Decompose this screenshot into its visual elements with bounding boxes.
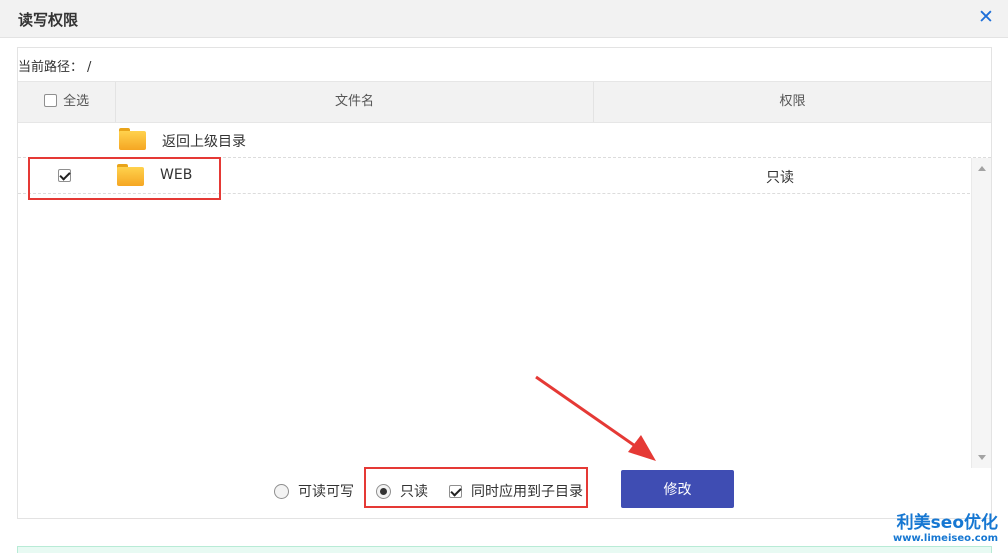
- radio-read-write[interactable]: [274, 484, 289, 499]
- current-path: 当前路径： /: [18, 56, 91, 75]
- option-read-only[interactable]: 只读: [376, 481, 428, 501]
- file-list: WEB 只读: [18, 158, 991, 468]
- option-read-write[interactable]: 可读可写: [274, 481, 354, 501]
- column-header-filename: 文件名: [116, 82, 594, 122]
- folder-icon: [117, 164, 144, 186]
- radio-read-only[interactable]: [376, 484, 391, 499]
- modify-button[interactable]: 修改: [621, 470, 734, 508]
- current-path-label: 当前路径：: [18, 60, 84, 75]
- option-read-only-label: 只读: [400, 484, 428, 500]
- dialog-title: 读写权限: [18, 11, 79, 29]
- parent-directory-link[interactable]: 返回上级目录: [162, 131, 246, 151]
- option-apply-subdirs[interactable]: 同时应用到子目录: [449, 481, 583, 501]
- row-checkbox[interactable]: [58, 169, 71, 182]
- column-header-permission: 权限: [779, 94, 806, 109]
- watermark-url: www.limeiseo.com: [893, 533, 998, 544]
- watermark-title: 利美seo优化: [896, 513, 998, 533]
- close-icon[interactable]: ✕: [976, 6, 996, 28]
- table-row[interactable]: WEB 只读: [18, 158, 970, 194]
- parent-directory-row[interactable]: 返回上级目录: [18, 124, 991, 158]
- select-all-checkbox[interactable]: [43, 94, 57, 107]
- folder-icon: [119, 128, 146, 150]
- file-permission: 只读: [766, 170, 794, 186]
- scroll-up-icon[interactable]: [978, 166, 986, 171]
- list-scrollbar[interactable]: [971, 158, 991, 468]
- permission-controls: 可读可写 只读 同时应用到子目录 修改: [18, 470, 991, 510]
- select-all-label: 全选: [63, 94, 90, 109]
- dialog-titlebar: 读写权限 ✕: [0, 0, 1008, 38]
- scroll-down-icon[interactable]: [978, 455, 986, 460]
- apply-subdirs-label: 同时应用到子目录: [471, 484, 583, 500]
- file-name[interactable]: WEB: [160, 167, 192, 183]
- file-permission-panel: 当前路径：/ 全选 文件名 权限 返回上级目录 WEB 只读 可读可写 只读: [17, 47, 992, 519]
- option-read-write-label: 可读可写: [298, 484, 354, 500]
- apply-subdirs-checkbox[interactable]: [449, 485, 462, 498]
- notice-bar: [17, 546, 992, 553]
- watermark: 利美seo优化 www.limeiseo.com: [893, 515, 998, 544]
- select-all-header[interactable]: 全选: [18, 82, 116, 122]
- table-header: 全选 文件名 权限: [18, 81, 991, 123]
- current-path-value: /: [87, 60, 92, 75]
